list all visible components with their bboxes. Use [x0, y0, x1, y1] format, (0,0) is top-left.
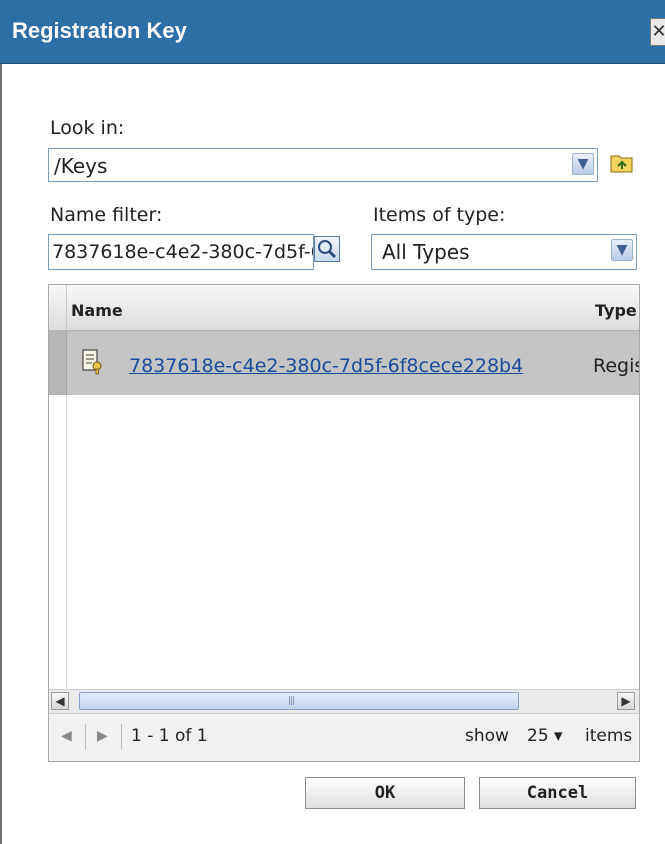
items-of-type-select[interactable]: All Types ▼ [371, 234, 637, 270]
folder-up-icon[interactable] [610, 152, 634, 174]
look-in-value: /Keys [54, 154, 108, 178]
search-button[interactable] [314, 236, 340, 262]
pager-separator [85, 724, 86, 750]
search-icon [318, 240, 337, 259]
pager-info: 1 - 1 of 1 [131, 726, 208, 746]
results-grid: Name Type 7837618e-c4e2-380c-7d5f-6f8cec… [48, 284, 640, 762]
close-icon: ✕ [651, 21, 665, 42]
registration-key-icon [82, 349, 102, 375]
scrollbar-thumb[interactable]: ||| [79, 692, 519, 710]
pager-items-label: items [585, 726, 633, 746]
next-page-icon[interactable]: ▶ [97, 728, 108, 744]
table-row[interactable]: 7837618e-c4e2-380c-7d5f-6f8cece228b4 Reg… [49, 331, 639, 395]
scroll-left-button[interactable]: ◀ [51, 692, 69, 710]
row-type-cell: Registration Key [593, 355, 639, 377]
scroll-right-button[interactable]: ▶ [617, 692, 635, 710]
chevron-down-icon[interactable]: ▼ [572, 153, 594, 175]
look-in-label: Look in: [50, 117, 125, 139]
items-of-type-value: All Types [382, 240, 470, 264]
ok-button[interactable]: OK [305, 777, 465, 809]
chevron-down-icon[interactable]: ▼ [611, 239, 633, 261]
items-of-type-label: Items of type: [373, 204, 506, 226]
row-gutter [49, 331, 67, 395]
grip-icon: ||| [288, 696, 295, 706]
registration-key-link[interactable]: 7837618e-c4e2-380c-7d5f-6f8cece228b4 [129, 355, 523, 377]
pager-show-label: show [465, 726, 509, 746]
cancel-button[interactable]: Cancel [479, 777, 636, 809]
column-header-type[interactable]: Type [595, 301, 637, 320]
chevron-left-icon: ◀ [55, 694, 65, 708]
chevron-right-icon: ▶ [621, 694, 631, 708]
page-size-select[interactable]: 25 ▾ [527, 726, 563, 746]
look-in-select[interactable]: /Keys ▼ [48, 148, 598, 182]
close-button[interactable]: ✕ [650, 18, 665, 46]
name-filter-input[interactable]: 7837618e-c4e2-380c-7d5f-6f8cece228b4 [48, 234, 314, 270]
horizontal-scrollbar[interactable]: ◀ ||| ▶ [49, 689, 639, 713]
grid-header-gutter [49, 285, 67, 331]
name-filter-label: Name filter: [50, 204, 163, 226]
dialog-title: Registration Key [12, 18, 187, 43]
dialog-border [0, 64, 2, 844]
grid-header: Name Type [49, 285, 639, 331]
name-filter-value: 7837618e-c4e2-380c-7d5f-6f8cece228b4 [52, 241, 313, 263]
pager-separator [121, 724, 122, 750]
column-header-name[interactable]: Name [71, 301, 123, 320]
grid-body-gutter [49, 395, 67, 689]
pager: ◀ ▶ 1 - 1 of 1 show 25 ▾ items [49, 713, 639, 761]
previous-page-icon[interactable]: ◀ [61, 728, 72, 744]
dialog-titlebar: Registration Key ✕ [0, 0, 665, 64]
